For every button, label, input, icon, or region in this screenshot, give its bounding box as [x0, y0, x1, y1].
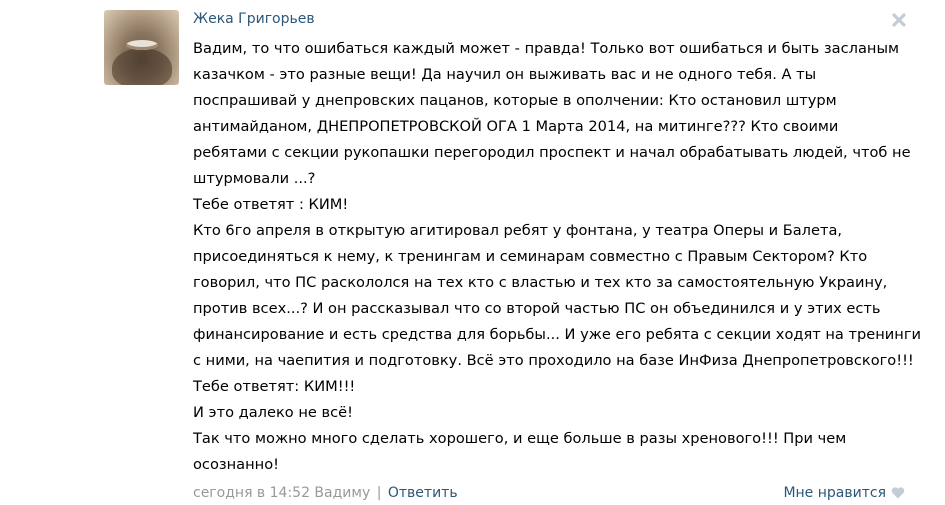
- comment-meta: сегодня в 14:52 Вадиму | Ответить: [193, 484, 458, 502]
- comment-line: осознанно!: [193, 456, 279, 473]
- comment-line: финансирование и есть средства для борьб…: [193, 326, 921, 343]
- like-button[interactable]: Мне нравится: [783, 484, 905, 502]
- comment-line: Так что можно много сделать хорошего, и …: [193, 430, 847, 447]
- comment-line: Тебе ответят : КИМ!: [193, 196, 349, 213]
- comment-line: Тебе ответят: КИМ!!!: [193, 378, 356, 395]
- avatar-beard: [112, 48, 172, 85]
- like-label: Мне нравится: [783, 485, 886, 501]
- comment-line: антимайданом, ДНЕПРОПЕТРОВСКОЙ ОГА 1 Мар…: [193, 118, 839, 135]
- author-name[interactable]: Жека Григорьев: [193, 10, 315, 28]
- close-icon: [891, 12, 909, 28]
- comment-line: поспрашивай у днепровских пацанов, котор…: [193, 92, 837, 109]
- comment-line: казачком - это разные вещи! Да научил он…: [193, 66, 817, 83]
- comment-line: против всех...? И он рассказывал что со …: [193, 300, 881, 317]
- comment-line: присоединяться к нему, к тренингам и сем…: [193, 248, 868, 265]
- comment-line: ребятами с секции рукопашки перегородил …: [193, 144, 911, 161]
- comment-line: Кто 6го апреля в открытую агитировал реб…: [193, 222, 843, 239]
- heart-icon: [891, 486, 905, 500]
- close-button[interactable]: [891, 12, 909, 30]
- comment-line: И это далеко не всё!: [193, 404, 353, 421]
- reply-link[interactable]: Ответить: [388, 485, 458, 501]
- comment: Жека Григорьев Вадим, то что ошибаться к…: [0, 0, 945, 504]
- comment-line: штурмовали ...?: [193, 170, 316, 187]
- comment-line: говорил, что ПС раскололся на тех кто с …: [193, 274, 888, 291]
- comment-line: с ними, на чаепития и подготовку. Всё эт…: [193, 352, 914, 369]
- avatar-mouth: [126, 40, 158, 50]
- timestamp[interactable]: сегодня в 14:52 Вадиму: [193, 485, 370, 501]
- comment-line: Вадим, то что ошибаться каждый может - п…: [193, 40, 899, 57]
- avatar[interactable]: [104, 10, 179, 85]
- meta-separator: |: [376, 485, 382, 501]
- comment-text: Вадим, то что ошибаться каждый может - п…: [193, 36, 921, 478]
